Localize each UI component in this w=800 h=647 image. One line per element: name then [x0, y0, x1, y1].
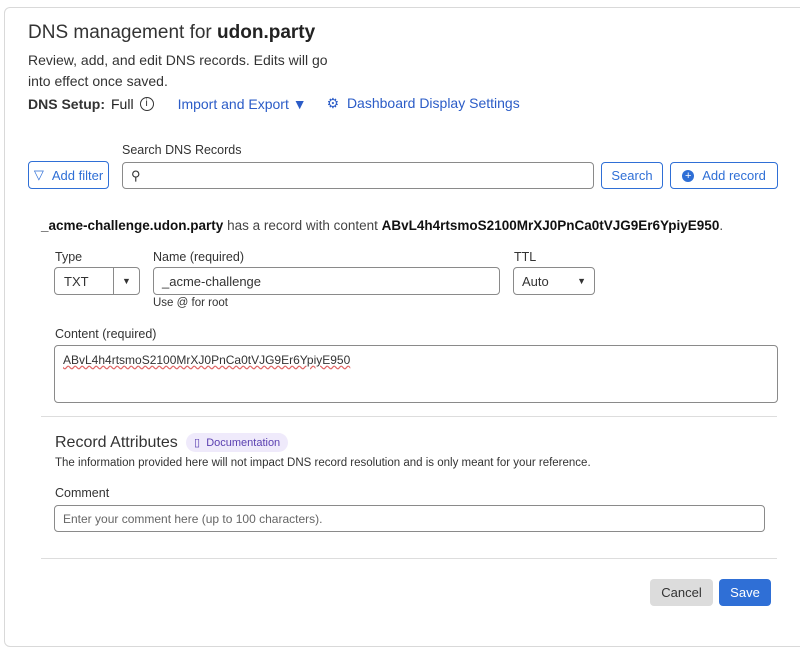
search-button[interactable]: Search: [601, 162, 663, 189]
record-attributes-title: Record Attributes: [55, 434, 178, 451]
comment-label: Comment: [55, 486, 110, 500]
info-icon[interactable]: i: [139, 96, 154, 111]
import-export-dropdown[interactable]: Import and Export ▼: [178, 96, 307, 112]
page-description: Review, add, and edit DNS records. Edits…: [28, 52, 328, 89]
gear-icon: ⚙: [326, 95, 340, 111]
content-textarea[interactable]: ABvL4h4rtsmoS2100MrXJ0PnCa0tVJG9Er6YpiyE…: [54, 345, 778, 403]
filter-icon: ▽: [33, 167, 44, 182]
caret-down-icon: ▼: [292, 95, 307, 112]
search-icon: ⚲: [131, 167, 141, 183]
attributes-info: The information provided here will not i…: [55, 457, 591, 469]
search-input[interactable]: ⚲: [122, 162, 594, 189]
divider: [41, 416, 777, 417]
comment-input[interactable]: Enter your comment here (up to 100 chara…: [54, 505, 765, 532]
dashboard-settings-link[interactable]: ⚙ Dashboard Display Settings: [327, 95, 520, 112]
plus-circle-icon: +: [682, 169, 695, 182]
page-title: DNS management for udon.party: [28, 22, 316, 43]
type-label: Type: [55, 250, 83, 264]
ttl-select[interactable]: Auto ▼: [513, 267, 595, 295]
book-icon: ▯: [194, 437, 201, 449]
setup-value: Full: [111, 95, 134, 112]
content-label: Content (required): [55, 327, 157, 341]
record-summary: _acme-challenge.udon.party has a record …: [41, 218, 724, 233]
documentation-badge[interactable]: ▯ Documentation: [186, 433, 289, 452]
caret-down-icon: ▼: [113, 268, 139, 294]
add-filter-button[interactable]: ▽ Add filter: [28, 161, 109, 189]
divider: [41, 558, 777, 559]
caret-down-icon: ▼: [577, 276, 586, 286]
type-select[interactable]: TXT ▼: [54, 267, 140, 295]
name-label: Name (required): [153, 250, 245, 264]
save-button[interactable]: Save: [719, 579, 771, 606]
setup-label: DNS Setup:: [28, 95, 105, 112]
search-label: Search DNS Records: [122, 143, 242, 157]
dns-setup-row: DNS Setup: Full i Import and Export ▼ ⚙ …: [28, 95, 520, 112]
cancel-button[interactable]: Cancel: [650, 579, 713, 606]
add-record-button[interactable]: + Add record: [670, 162, 778, 189]
ttl-label: TTL: [514, 250, 537, 264]
name-input[interactable]: _acme-challenge: [153, 267, 500, 295]
name-hint: Use @ for root: [153, 297, 228, 309]
